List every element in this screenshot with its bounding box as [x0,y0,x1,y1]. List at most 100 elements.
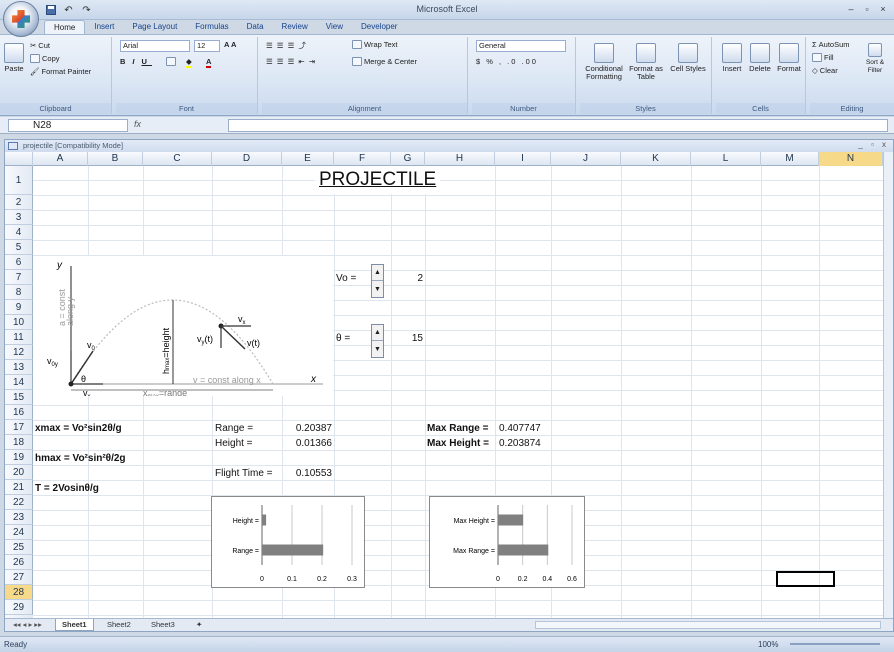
conditional-formatting-button[interactable]: Conditional Formatting [582,43,626,81]
column-header[interactable]: G [391,152,425,166]
insert-cells-button[interactable]: Insert [718,43,746,73]
chart-range-height[interactable]: 0 0.1 0.2 0.3 Height = Range = [211,496,365,588]
row-header[interactable]: 14 [5,375,33,390]
maximize-button[interactable]: ▫ [860,3,874,15]
paste-button[interactable]: Paste [3,43,25,73]
name-box[interactable]: N28 [8,119,128,132]
format-painter-button[interactable]: 🖌 Format Painter [30,67,91,76]
max-height-value[interactable]: 0.203874 [499,436,541,451]
grow-font-button[interactable]: A A [224,40,236,49]
select-all-corner[interactable] [5,152,33,166]
tab-data[interactable]: Data [238,20,273,34]
bold-italic-underline-buttons[interactable]: B I U [120,57,152,66]
max-range-value[interactable]: 0.407747 [499,421,541,436]
cell-grid[interactable]: PROJECTILE y x a = const along y v0 v0y … [33,166,883,618]
row-header[interactable]: 12 [5,345,33,360]
sheet-tab-sheet1[interactable]: Sheet1 [55,619,94,631]
tab-insert[interactable]: Insert [85,20,123,34]
align-left-buttons[interactable]: ☰ ☰ ☰ ⇤ ⇥ [266,57,316,66]
row-header[interactable]: 26 [5,555,33,570]
row-header[interactable]: 28 [5,585,33,600]
format-cells-button[interactable]: Format [774,43,804,73]
column-header-active[interactable]: N [819,152,883,166]
redo-icon[interactable]: ↷ [80,4,93,16]
align-top-buttons[interactable]: ☰ ☰ ☰ ⤴ [266,40,307,51]
copy-button[interactable]: Copy [30,54,60,63]
tab-review[interactable]: Review [273,20,317,34]
row-header[interactable]: 21 [5,480,33,495]
wrap-text-button[interactable]: Wrap Text [352,40,398,49]
row-header[interactable]: 7 [5,270,33,285]
insert-function-button[interactable]: fx [134,119,224,132]
tab-formulas[interactable]: Formulas [186,20,237,34]
spin-up-icon[interactable]: ▲ [372,325,383,341]
zoom-slider[interactable] [790,643,880,645]
row-header[interactable]: 29 [5,600,33,615]
column-header[interactable]: L [691,152,761,166]
row-header[interactable]: 27 [5,570,33,585]
minimize-button[interactable]: – [844,3,858,15]
column-header[interactable]: C [143,152,212,166]
office-button[interactable] [3,1,39,37]
tab-developer[interactable]: Developer [352,20,406,34]
column-header[interactable]: B [88,152,143,166]
row-header[interactable]: 10 [5,315,33,330]
horizontal-scrollbar[interactable] [535,621,881,629]
save-icon[interactable] [44,4,57,16]
row-header[interactable]: 4 [5,225,33,240]
column-header[interactable]: E [282,152,334,166]
row-header[interactable]: 25 [5,540,33,555]
spin-down-icon[interactable]: ▼ [372,281,383,297]
format-as-table-button[interactable]: Format as Table [626,43,666,81]
row-header[interactable]: 8 [5,285,33,300]
sort-filter-button[interactable]: Sort & Filter [858,43,892,75]
row-header[interactable]: 1 [5,166,33,195]
row-header[interactable]: 2 [5,195,33,210]
flight-time-value[interactable]: 0.10553 [284,466,332,481]
clear-button[interactable]: ◇ Clear [812,66,838,75]
column-header[interactable]: K [621,152,691,166]
row-header[interactable]: 20 [5,465,33,480]
workbook-controls[interactable]: _ ▫ x [858,140,889,149]
theta-value[interactable]: 15 [393,331,423,346]
row-header[interactable]: 9 [5,300,33,315]
font-size-select[interactable]: 12 [194,40,220,52]
row-header[interactable]: 23 [5,510,33,525]
spin-down-icon[interactable]: ▼ [372,341,383,357]
formula-input[interactable] [228,119,888,132]
vo-value[interactable]: 2 [393,271,423,286]
vertical-scrollbar[interactable] [883,152,893,618]
tab-view[interactable]: View [317,20,352,34]
column-header[interactable]: M [761,152,819,166]
spin-up-icon[interactable]: ▲ [372,265,383,281]
column-header[interactable]: I [495,152,551,166]
borders-button[interactable] [166,57,176,66]
row-header[interactable]: 16 [5,405,33,420]
height-value[interactable]: 0.01366 [284,436,332,451]
row-header[interactable]: 5 [5,240,33,255]
row-header[interactable]: 22 [5,495,33,510]
font-name-select[interactable]: Arial [120,40,190,52]
chart-max-range-height[interactable]: 0 0.2 0.4 0.6 Max Height = Max Range = [429,496,585,588]
range-value[interactable]: 0.20387 [284,421,332,436]
font-color-button[interactable]: A [206,57,212,68]
column-header[interactable]: F [334,152,391,166]
row-header[interactable]: 18 [5,435,33,450]
row-header[interactable]: 15 [5,390,33,405]
undo-icon[interactable]: ↶ [62,4,75,16]
tab-page-layout[interactable]: Page Layout [123,20,186,34]
row-header[interactable]: 11 [5,330,33,345]
row-header[interactable]: 6 [5,255,33,270]
theta-spinner[interactable]: ▲ ▼ [371,324,384,358]
active-cell-n28[interactable] [776,571,835,587]
zoom-level[interactable]: 100% [758,637,778,652]
new-sheet-icon[interactable]: ✦ [190,619,208,631]
tab-home[interactable]: Home [44,20,86,34]
column-header[interactable]: A [33,152,88,166]
column-header[interactable]: H [425,152,495,166]
fill-button[interactable]: Fill [812,53,834,62]
cell-styles-button[interactable]: Cell Styles [668,43,708,73]
number-format-select[interactable]: General [476,40,566,52]
column-header[interactable]: D [212,152,282,166]
delete-cells-button[interactable]: Delete [746,43,774,73]
